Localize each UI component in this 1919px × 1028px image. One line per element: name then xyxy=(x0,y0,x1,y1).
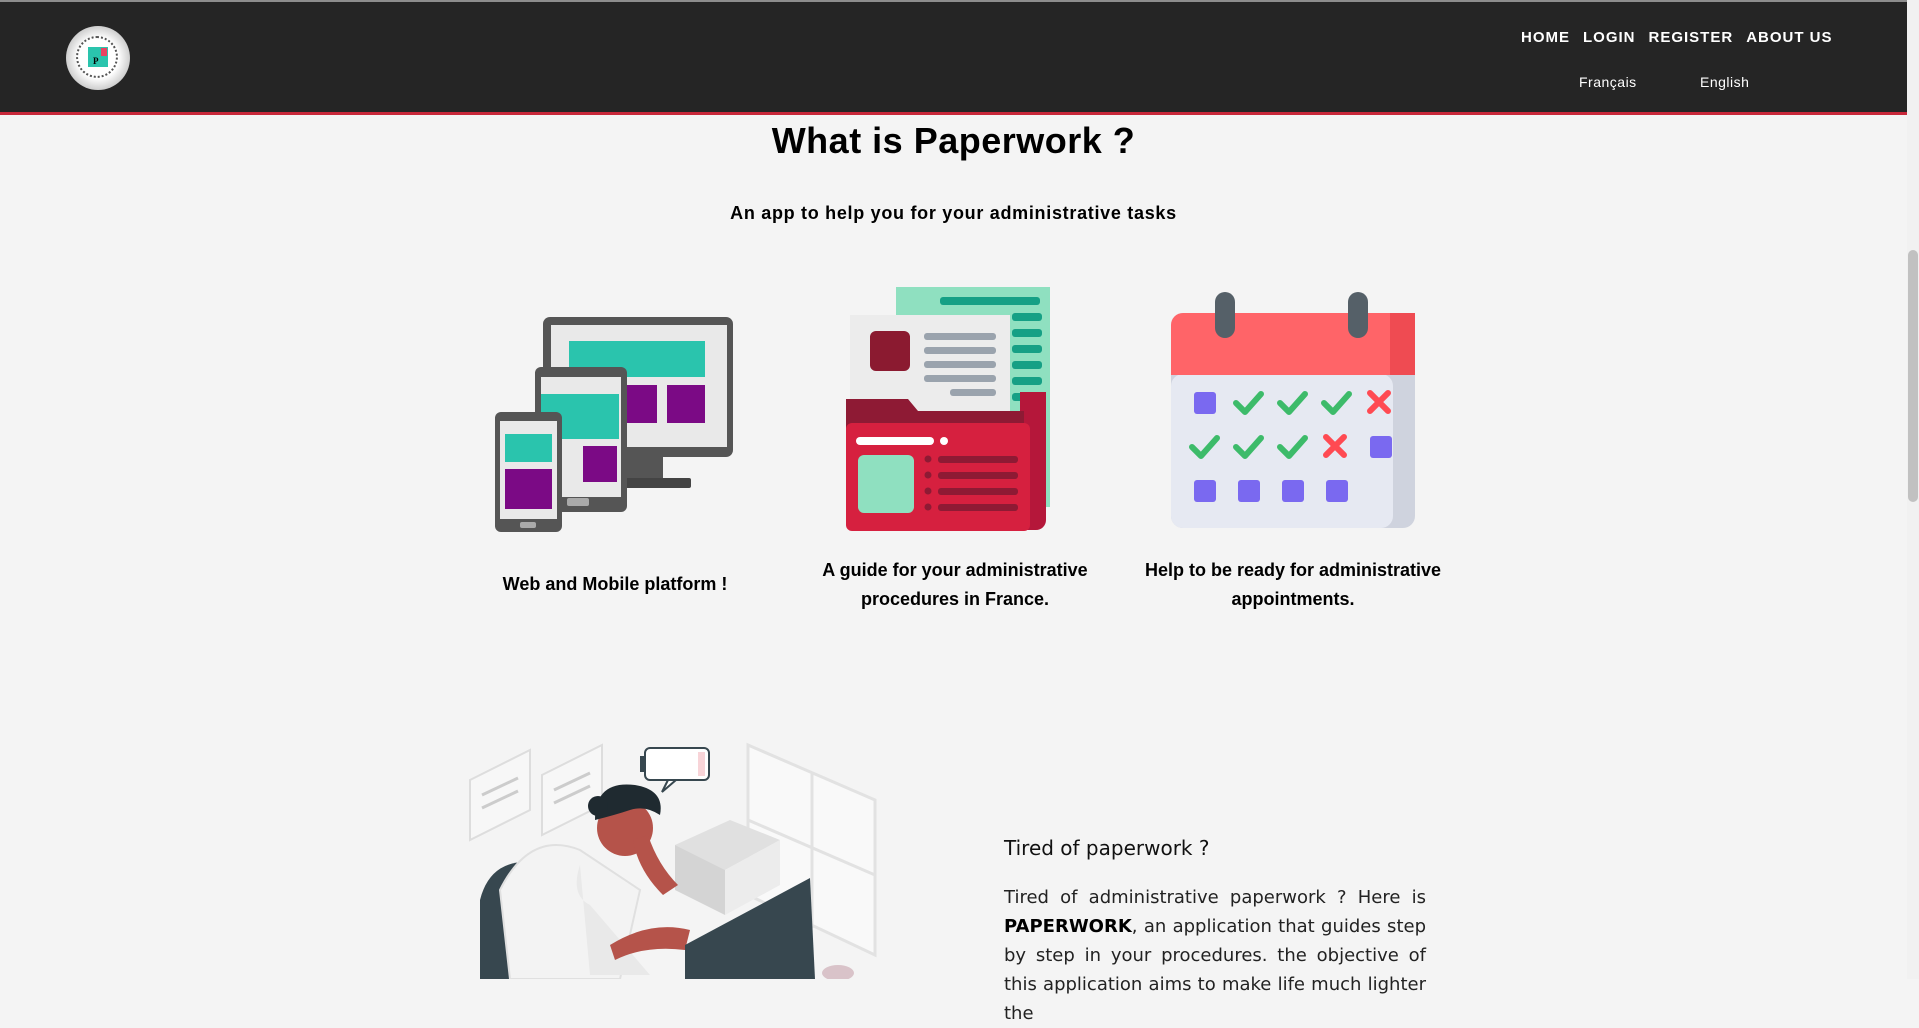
paperwork-brand-text: PAPERWORK xyxy=(1004,916,1132,937)
logo-letter: P xyxy=(93,56,99,66)
nav-register-link[interactable]: REGISTER xyxy=(1649,29,1734,46)
feature-caption-appointments: Help to be ready for administrative appo… xyxy=(1144,560,1442,609)
tired-description: Tired of administrative paperwork ? Here… xyxy=(1004,883,1426,1028)
folder-documents-icon xyxy=(846,287,1050,531)
page-title: What is Paperwork ? xyxy=(771,120,1136,161)
devices-icon xyxy=(495,317,733,532)
nav-home-link[interactable]: HOME xyxy=(1521,29,1570,46)
page-subtitle: An app to help you for your administrati… xyxy=(730,203,1177,223)
tired-person-illustration xyxy=(469,742,877,979)
calendar-icon xyxy=(1171,292,1415,528)
language-french-link[interactable]: Français xyxy=(1579,74,1637,90)
scrollbar[interactable] xyxy=(1907,0,1919,979)
scrollbar-thumb[interactable] xyxy=(1908,250,1918,502)
logo-accent xyxy=(101,48,107,56)
feature-caption-platform: Web and Mobile platform ! xyxy=(502,574,728,594)
nav-login-link[interactable]: LOGIN xyxy=(1583,29,1636,46)
feature-caption-guide: A guide for your administrative procedur… xyxy=(822,560,1088,609)
tired-heading: Tired of paperwork ? xyxy=(1004,836,1210,860)
nav-about-link[interactable]: ABOUT US xyxy=(1746,29,1832,46)
language-english-link[interactable]: English xyxy=(1700,74,1749,90)
nav-links: HOME LOGIN REGISTER ABOUT US xyxy=(1521,29,1833,46)
paperwork-logo[interactable]: P xyxy=(66,26,130,90)
tired-body-start: Tired of administrative paperwork ? Here… xyxy=(1004,887,1426,908)
navbar: P HOME LOGIN REGISTER ABOUT US Français … xyxy=(0,2,1907,115)
